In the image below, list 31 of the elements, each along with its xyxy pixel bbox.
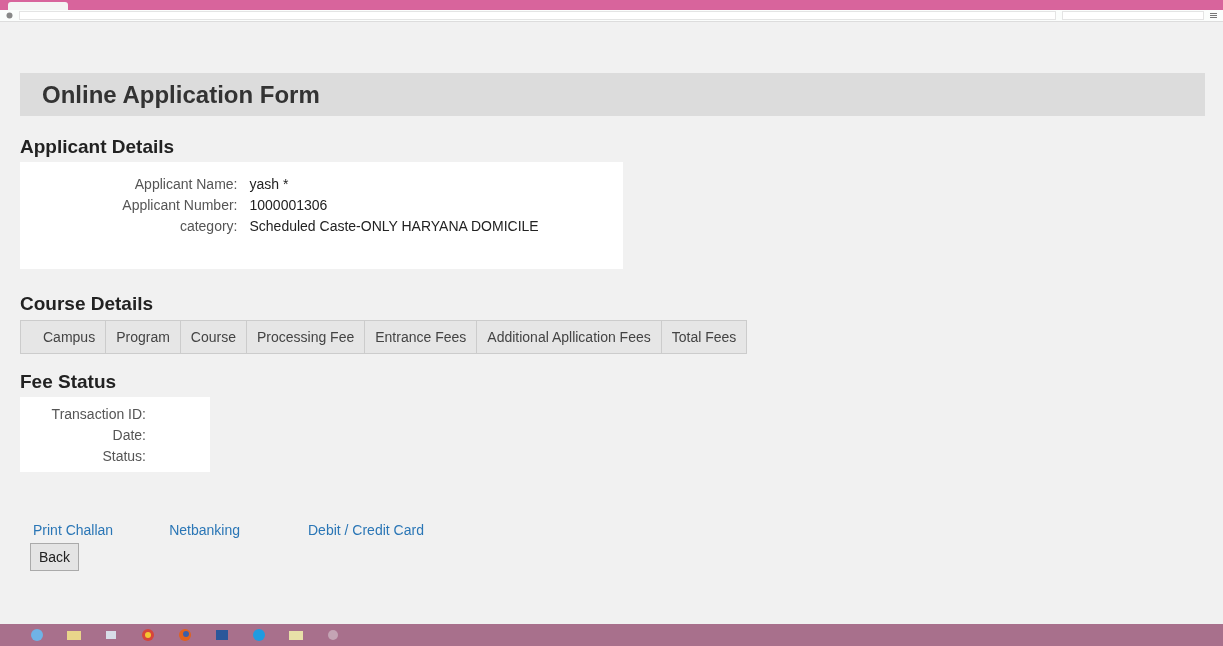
section-heading: Course Details: [20, 293, 154, 315]
browser-icon[interactable]: [139, 627, 157, 643]
menu-icon[interactable]: [1210, 12, 1217, 19]
document-icon[interactable]: [213, 627, 231, 643]
page-title: Online Application Form: [20, 73, 1205, 116]
column-header: Processing Fee: [245, 321, 365, 353]
url-field[interactable]: [19, 11, 1056, 20]
back-icon[interactable]: [6, 12, 13, 19]
browser-icon[interactable]: [176, 627, 194, 643]
field-value: yash *: [249, 176, 290, 192]
column-header: Entrance Fees: [364, 321, 477, 353]
payment-link[interactable]: Debit / Credit Card: [308, 522, 424, 538]
field-label: Applicant Name:: [133, 176, 238, 192]
section-heading: Applicant Details: [20, 136, 175, 158]
back-button[interactable]: Back: [30, 543, 80, 571]
column-header: Campus: [42, 328, 97, 347]
column-header: Additional Apllication Fees: [476, 321, 661, 353]
field-label: category:: [178, 218, 238, 234]
search-field[interactable]: [1062, 11, 1204, 20]
column-header: Course: [179, 321, 246, 353]
section-heading: Fee Status: [20, 371, 117, 393]
field-label: Status:: [101, 448, 146, 464]
field-label: Transaction ID:: [50, 406, 146, 422]
field-value: 1000001306: [249, 197, 329, 213]
column-header: Total Fees: [660, 321, 747, 353]
field-label: Applicant Number:: [121, 197, 238, 213]
column-header: Program: [105, 321, 180, 353]
field-value: Scheduled Caste-ONLY HARYANA DOMICILE: [249, 218, 540, 234]
payment-link[interactable]: Print Challan: [33, 522, 114, 538]
field-label: Date:: [111, 427, 146, 443]
payment-link[interactable]: Netbanking: [169, 522, 240, 538]
